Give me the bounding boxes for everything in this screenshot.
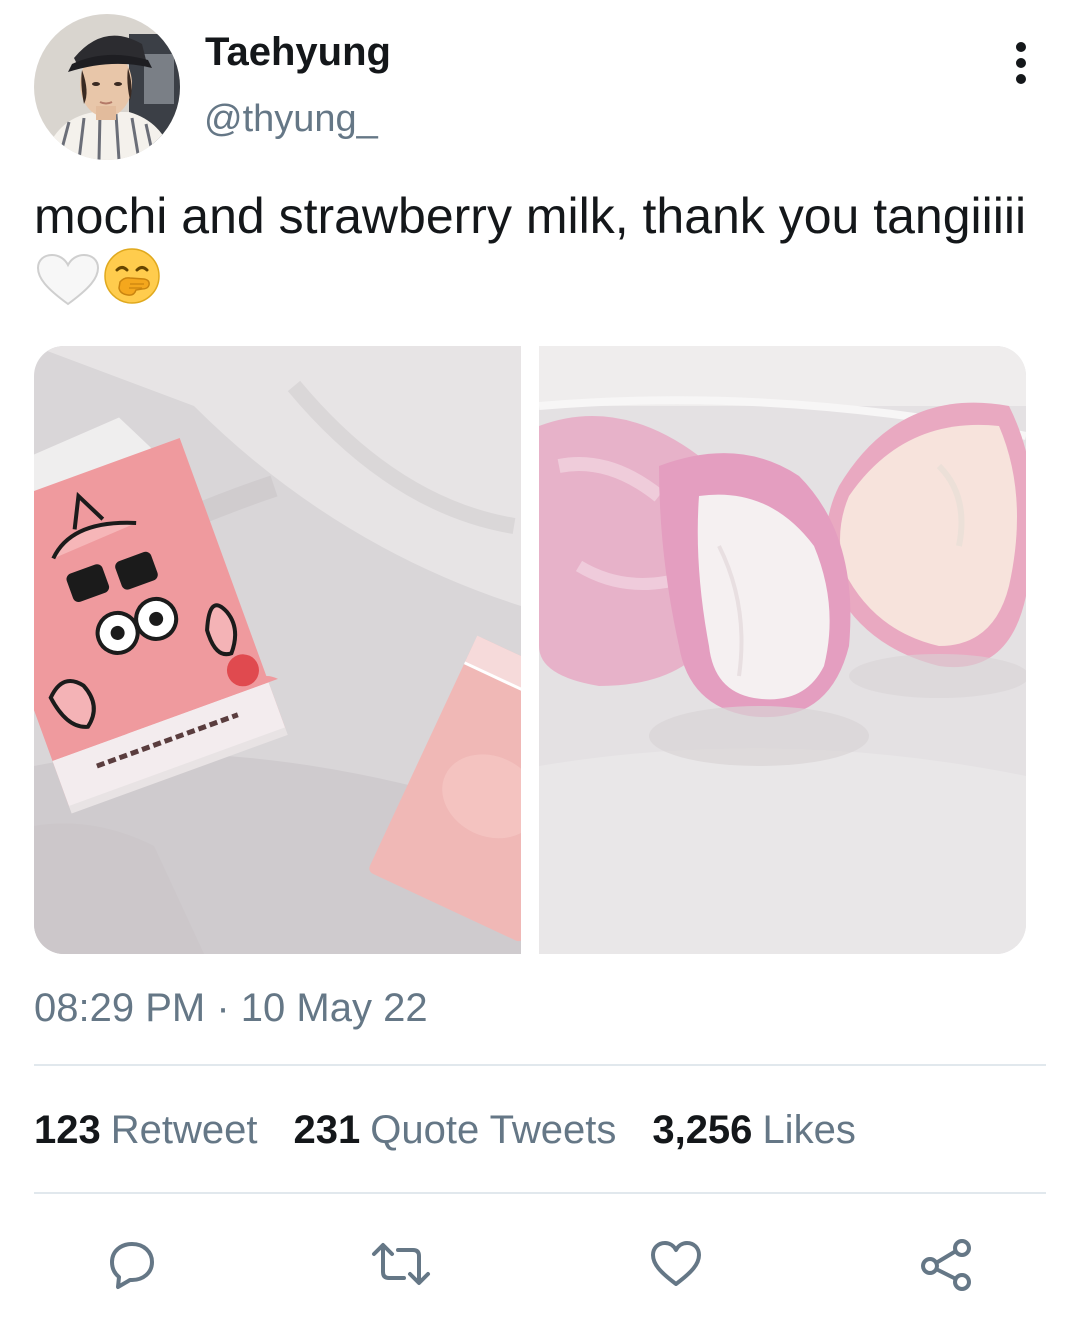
user-handle[interactable]: @thyung_: [204, 96, 378, 142]
share-icon: [921, 1239, 971, 1291]
tweet-date: 10 May 22: [240, 986, 428, 1030]
tweet-time: 08:29 PM: [34, 986, 206, 1030]
tweet-stats: 123 Retweet 231 Quote Tweets 3,256 Likes: [34, 1106, 892, 1154]
avatar[interactable]: [34, 14, 180, 160]
face-with-hand-over-mouth-icon: [102, 246, 162, 319]
retweet-count: 123: [34, 1108, 101, 1152]
tweet-timestamp[interactable]: 08:29 PM · 10 May 22: [34, 984, 428, 1032]
like-label: Likes: [762, 1108, 856, 1152]
share-button[interactable]: [918, 1236, 974, 1292]
like-button[interactable]: [648, 1236, 704, 1292]
reply-icon: [110, 1242, 154, 1289]
like-count: 3,256: [652, 1108, 753, 1152]
retweet-button[interactable]: [366, 1236, 430, 1292]
retweets-stat[interactable]: 123 Retweet: [34, 1106, 258, 1154]
divider: [34, 1192, 1046, 1194]
tweet-body: mochi and strawberry milk, thank you tan…: [34, 188, 1027, 244]
more-options-button[interactable]: [1000, 38, 1042, 88]
display-name[interactable]: Taehyung: [205, 28, 391, 76]
tweet-photo-mochi[interactable]: [539, 346, 1026, 954]
like-icon: [651, 1241, 701, 1286]
tweet-text: mochi and strawberry milk, thank you tan…: [34, 186, 1044, 319]
more-dot-icon: [1016, 58, 1026, 68]
reply-button[interactable]: [104, 1236, 160, 1292]
retweet-icon: [372, 1243, 430, 1285]
more-dot-icon: [1016, 42, 1026, 52]
quote-tweets-stat[interactable]: 231 Quote Tweets: [294, 1106, 617, 1154]
likes-stat[interactable]: 3,256 Likes: [652, 1106, 856, 1154]
timestamp-separator: ·: [216, 986, 230, 1030]
white-heart-icon: [36, 253, 100, 319]
more-dot-icon: [1016, 74, 1026, 84]
tweet-photo-strawberry-milk[interactable]: [34, 346, 521, 954]
quote-label: Quote Tweets: [370, 1108, 617, 1152]
retweet-label: Retweet: [110, 1108, 258, 1152]
divider: [34, 1064, 1046, 1066]
quote-count: 231: [293, 1108, 361, 1152]
